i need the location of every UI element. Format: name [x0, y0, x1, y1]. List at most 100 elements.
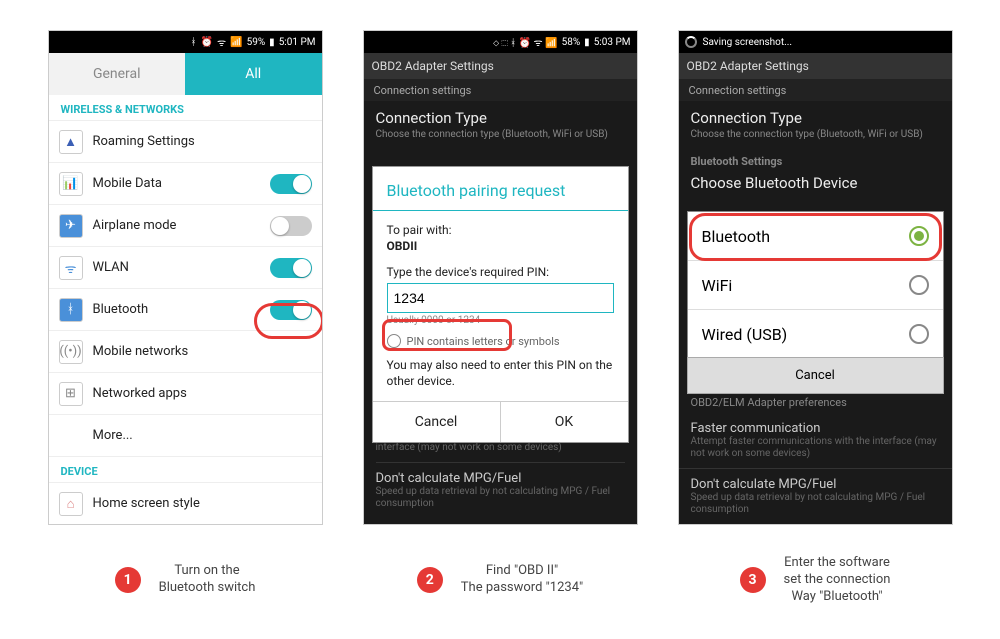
radio-icon[interactable]	[909, 275, 929, 295]
setting-label: Home screen style	[93, 496, 312, 511]
dialog-cancel-button[interactable]: Cancel	[687, 357, 944, 394]
conn-desc: Choose the connection type (Bluetooth, W…	[691, 129, 940, 141]
radio-bluetooth[interactable]: Bluetooth	[688, 212, 943, 261]
dialog-title: Bluetooth pairing request	[373, 167, 628, 211]
tab-all[interactable]: All	[185, 53, 322, 95]
screenshot-1-settings: ᚼ ⏰ ᯤ 📶 59% ▮ 5:01 PM General All WIRELE…	[48, 30, 323, 525]
setting-mobile-networks[interactable]: ((•)) Mobile networks	[49, 331, 322, 373]
tab-general[interactable]: General	[49, 53, 186, 95]
wlan-toggle[interactable]	[270, 258, 312, 278]
conn-title: Connection Type	[691, 109, 940, 127]
setting-homescreen[interactable]: ⌂ Home screen style	[49, 483, 322, 525]
airplane-toggle[interactable]	[270, 216, 312, 236]
setting-more[interactable]: More...	[49, 415, 322, 457]
battery-text: 58%	[562, 37, 581, 48]
radio-wired[interactable]: Wired (USB)	[688, 310, 943, 358]
battery-icon: ▮	[584, 37, 590, 48]
mobiledata-icon: 📊	[59, 172, 83, 196]
roaming-icon: ▲	[59, 130, 83, 154]
choose-device-label: Choose Bluetooth Device	[679, 170, 952, 200]
obd-title: OBD2 Adapter Settings	[679, 53, 952, 79]
pin-hint: Usually 0000 or 1234	[387, 315, 614, 326]
battery-icon: ▮	[269, 37, 275, 48]
battery-text: 59%	[247, 37, 266, 48]
obd-subtitle: Connection settings	[364, 79, 637, 101]
connection-type-dialog: Bluetooth WiFi Wired (USB) Cancel	[687, 211, 944, 394]
radio-label: WiFi	[702, 276, 733, 295]
obd-title: OBD2 Adapter Settings	[364, 53, 637, 79]
airplane-icon: ✈	[59, 214, 83, 238]
netapps-icon: ⊞	[59, 382, 83, 406]
wifi-icon: ᯤ	[217, 35, 226, 49]
caption-text: Find "OBD II" The password "1234"	[461, 563, 583, 597]
wifi-icon: ᯤ	[59, 256, 83, 280]
pin-checkbox-row[interactable]: PIN contains letters or symbols	[387, 334, 614, 348]
setting-wlan[interactable]: ᯤ WLAN	[49, 247, 322, 289]
conn-title: Connection Type	[376, 109, 625, 127]
step-badge-1: 1	[115, 567, 141, 593]
mobilenet-icon: ((•))	[59, 340, 83, 364]
connection-type-block[interactable]: Connection Type Choose the connection ty…	[364, 101, 637, 149]
setting-roaming[interactable]: ▲ Roaming Settings	[49, 121, 322, 163]
setting-label: Mobile networks	[93, 344, 312, 359]
mpg-setting[interactable]: Don't calculate MPG/Fuel Speed up data r…	[679, 468, 952, 524]
setting-bluetooth[interactable]: ᚼ Bluetooth	[49, 289, 322, 331]
obd-subtitle: Connection settings	[679, 79, 952, 101]
connection-type-block[interactable]: Connection Type Choose the connection ty…	[679, 101, 952, 149]
caption-text: Enter the software set the connection Wa…	[784, 555, 891, 606]
setting-label: Networked apps	[93, 386, 312, 401]
setting-label: Mobile Data	[93, 176, 260, 191]
faster-comm-setting[interactable]: Faster communication Attempt faster comm…	[679, 413, 952, 468]
status-bar: ◇ ⬚ ᚼ ⏰ ᯤ 📶 58% ▮ 5:03 PM	[364, 31, 637, 53]
spinner-icon	[685, 36, 697, 48]
setting-label: Roaming Settings	[93, 134, 312, 149]
alarm-icon: ⏰	[201, 37, 213, 48]
setting-airplane[interactable]: ✈ Airplane mode	[49, 205, 322, 247]
setting-mobile-data[interactable]: 📊 Mobile Data	[49, 163, 322, 205]
radio-label: Wired (USB)	[702, 325, 788, 344]
status-bar-saving: Saving screenshot...	[679, 31, 952, 53]
dialog-note: You may also need to enter this PIN on t…	[387, 358, 614, 389]
mobiledata-toggle[interactable]	[270, 174, 312, 194]
device-header: DEVICE	[49, 457, 322, 483]
radio-label: Bluetooth	[702, 227, 771, 246]
caption-3: 3 Enter the software set the connection …	[678, 555, 953, 606]
radio-wifi[interactable]: WiFi	[688, 261, 943, 310]
setting-label: Bluetooth	[93, 302, 260, 317]
time-text: 5:03 PM	[594, 37, 631, 48]
dialog-ok-button[interactable]: OK	[501, 402, 628, 442]
pair-device-name: OBDII	[387, 239, 614, 253]
pin-prompt: Type the device's required PIN:	[387, 265, 614, 279]
wireless-header: WIRELESS & NETWORKS	[49, 95, 322, 121]
dialog-cancel-button[interactable]: Cancel	[373, 402, 501, 442]
mpg-setting[interactable]: Don't calculate MPG/Fuel Speed up data r…	[376, 462, 625, 518]
bluetooth-pairing-dialog: Bluetooth pairing request To pair with: …	[372, 166, 629, 443]
homescreen-icon: ⌂	[59, 492, 83, 516]
pin-input[interactable]	[387, 283, 614, 313]
step-badge-2: 2	[417, 567, 443, 593]
bluetooth-icon: ᚼ	[191, 37, 197, 48]
obd-pref-label: OBD2/ELM Adapter preferences	[679, 392, 952, 413]
conn-desc: Choose the connection type (Bluetooth, W…	[376, 129, 625, 141]
saving-text: Saving screenshot...	[703, 37, 793, 48]
radio-icon[interactable]	[909, 226, 929, 246]
pair-with-label: To pair with:	[387, 223, 614, 237]
screenshot-3-connection-type: Saving screenshot... OBD2 Adapter Settin…	[678, 30, 953, 525]
status-bar: ᚼ ⏰ ᯤ 📶 59% ▮ 5:01 PM	[49, 31, 322, 53]
radio-icon[interactable]	[909, 324, 929, 344]
setting-label: Airplane mode	[93, 218, 260, 233]
setting-label: More...	[93, 428, 312, 443]
step-badge-3: 3	[740, 567, 766, 593]
bluetooth-icon: ᚼ	[59, 298, 83, 322]
settings-tabs: General All	[49, 53, 322, 95]
caption-2: 2 Find "OBD II" The password "1234"	[363, 555, 638, 606]
bluetooth-toggle[interactable]	[270, 300, 312, 320]
time-text: 5:01 PM	[279, 37, 316, 48]
setting-networked-apps[interactable]: ⊞ Networked apps	[49, 373, 322, 415]
signal-icon: 📶	[230, 37, 242, 48]
checkbox-icon[interactable]	[387, 334, 401, 348]
caption-1: 1 Turn on the Bluetooth switch	[48, 555, 323, 606]
setting-label: WLAN	[93, 260, 260, 275]
icons: ◇ ⬚ ᚼ ⏰ ᯤ 📶	[493, 35, 557, 49]
bt-settings-header: Bluetooth Settings	[679, 149, 952, 170]
